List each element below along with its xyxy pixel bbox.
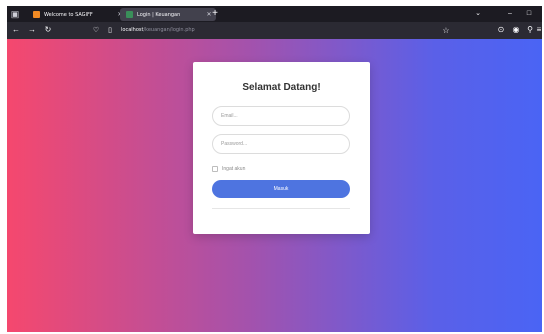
extensions-icon[interactable]: ⚲ — [524, 24, 536, 36]
menu-icon[interactable]: ≡ — [536, 24, 542, 36]
url-path: /keuangan/login.php — [143, 27, 195, 33]
remember-checkbox[interactable] — [212, 166, 218, 172]
reload-icon[interactable]: ↻ — [42, 24, 54, 36]
site-favicon-icon — [33, 11, 40, 18]
new-tab-button[interactable]: + — [209, 8, 221, 20]
account-icon[interactable]: ◉ — [510, 24, 522, 36]
browser-window: ▣ Welcome to SAGIFF ✕ Login | Keuangan ✕… — [7, 6, 542, 332]
remember-row: Ingat akun — [212, 165, 245, 173]
pocket-icon[interactable]: ⊙ — [495, 24, 507, 36]
address-bar[interactable]: ♡ ▯ localhost/keuangan/login.php ☆ — [91, 24, 453, 37]
tab-title: Welcome to SAGIFF — [44, 11, 93, 18]
navigation-bar: ← → ↻ ♡ ▯ localhost/keuangan/login.php ☆… — [7, 22, 542, 39]
tab-bar: ▣ Welcome to SAGIFF ✕ Login | Keuangan ✕… — [7, 6, 542, 22]
site-favicon-icon — [126, 11, 133, 18]
tab-overflow-chevron-icon[interactable]: ⌄ — [471, 8, 485, 20]
tab-welcome[interactable]: Welcome to SAGIFF ✕ — [27, 8, 127, 21]
page-title: Selamat Datang! — [242, 82, 321, 93]
url-host: localhost — [121, 27, 144, 33]
tab-list-icon[interactable]: ▣ — [10, 9, 20, 19]
email-field[interactable] — [212, 106, 350, 126]
page-icon[interactable]: ▯ — [105, 24, 115, 37]
restore-button[interactable]: □ — [522, 8, 536, 20]
minimize-button[interactable]: – — [503, 8, 517, 20]
divider — [212, 208, 350, 209]
tab-title: Login | Keuangan — [137, 11, 181, 18]
shield-icon[interactable]: ♡ — [91, 24, 101, 37]
tab-login[interactable]: Login | Keuangan ✕ — [120, 8, 216, 21]
arrow-left-icon[interactable]: ← — [10, 24, 22, 36]
arrow-right-icon[interactable]: → — [26, 24, 38, 36]
page-background: Selamat Datang! Ingat akun Masuk — [7, 39, 542, 332]
remember-label[interactable]: Ingat akun — [222, 166, 245, 172]
password-field[interactable] — [212, 134, 350, 154]
url-text[interactable]: localhost/keuangan/login.php — [121, 24, 195, 37]
star-icon[interactable]: ☆ — [440, 24, 452, 37]
login-card: Selamat Datang! Ingat akun Masuk — [193, 62, 370, 234]
login-button[interactable]: Masuk — [212, 180, 350, 198]
